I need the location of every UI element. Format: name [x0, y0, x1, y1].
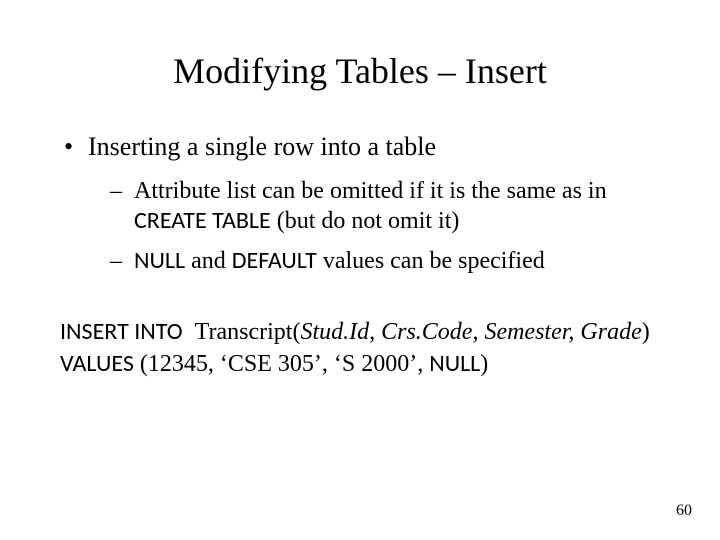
- bullet-level-2: Attribute list can be omitted if it is t…: [60, 176, 660, 236]
- text-fragment: Attribute list can be omitted if it is t…: [134, 178, 607, 204]
- sql-line-2: VALUES (12345, ‘CSE 305’, ‘S 2000’, NULL…: [60, 348, 660, 380]
- slide: Modifying Tables – Insert Inserting a si…: [0, 0, 720, 540]
- bullet-level-1: Inserting a single row into a table: [60, 132, 660, 162]
- text-fragment: and: [185, 248, 232, 274]
- bullet-level-2: NULL and DEFAULT values can be specified: [60, 246, 660, 276]
- sql-table-name: Transcript: [195, 319, 293, 345]
- slide-title: Modifying Tables – Insert: [60, 50, 660, 92]
- keyword-create-table: CREATE TABLE: [134, 206, 271, 235]
- keyword-default: DEFAULT: [232, 246, 317, 275]
- sql-columns: Stud.Id, Crs.Code, Semester, Grade: [300, 319, 641, 345]
- sql-line-1: INSERT INTO Transcript(Stud.Id, Crs.Code…: [60, 316, 660, 348]
- page-number: 60: [676, 502, 692, 520]
- text-fragment: values can be specified: [317, 248, 545, 274]
- sql-example: INSERT INTO Transcript(Stud.Id, Crs.Code…: [60, 316, 660, 381]
- paren-close: ): [642, 319, 650, 345]
- text-fragment: (but do not omit it): [271, 208, 460, 234]
- keyword-values: VALUES: [60, 349, 134, 378]
- sql-values: (12345, ‘CSE 305’, ‘S 2000’,: [134, 351, 429, 377]
- keyword-null: NULL: [429, 349, 480, 378]
- keyword-insert-into: INSERT INTO: [60, 317, 183, 346]
- paren-close: ): [480, 351, 488, 377]
- keyword-null: NULL: [134, 246, 185, 275]
